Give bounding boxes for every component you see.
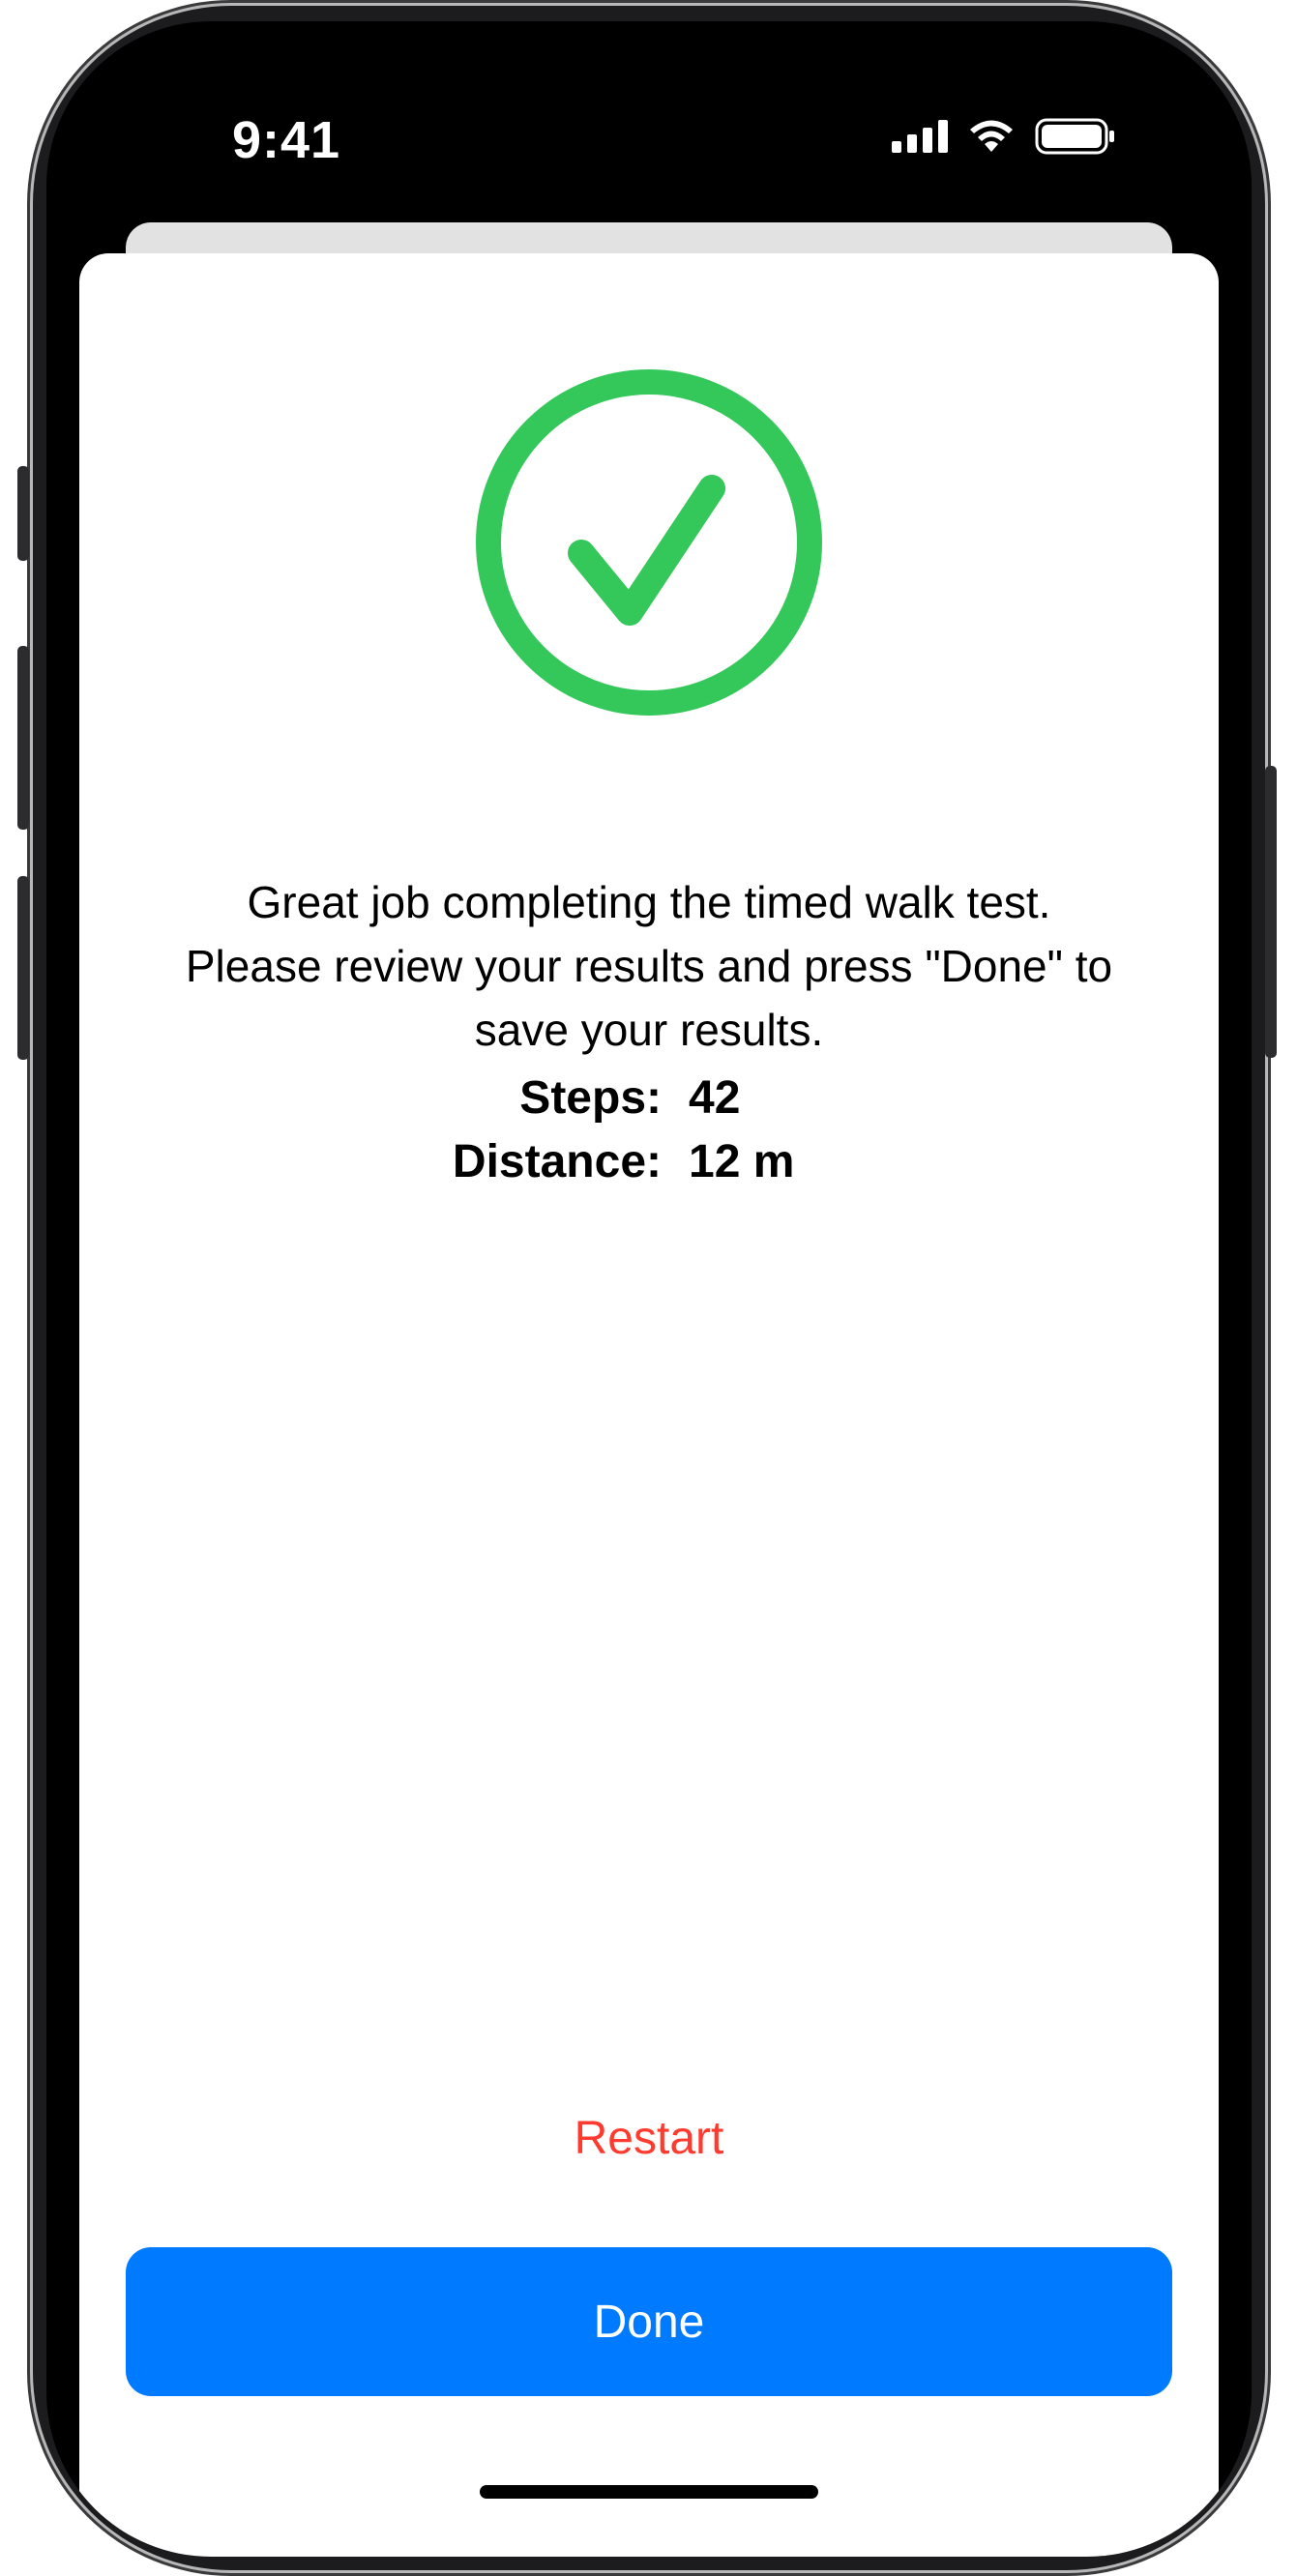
volume-down-button	[17, 876, 29, 1060]
message-line: save your results.	[474, 1005, 824, 1055]
battery-icon	[1035, 118, 1114, 155]
device-screen: 9:41 Great job completing the timed walk…	[46, 21, 1252, 2557]
message-line: Great job completing the timed walk test…	[247, 877, 1051, 927]
message-line: Please review your results and press "Do…	[185, 941, 1113, 991]
distance-value: 12 m	[689, 1135, 795, 1187]
distance-label: Distance:	[452, 1135, 662, 1187]
completion-sheet: Great job completing the timed walk test…	[79, 253, 1219, 2557]
steps-value: 42	[689, 1071, 741, 1124]
volume-up-button	[17, 646, 29, 830]
results-summary: Steps: 42 Distance: 12 m	[79, 1066, 1219, 1193]
wifi-icon	[970, 120, 1013, 152]
status-bar: 9:41	[46, 21, 1252, 215]
restart-button[interactable]: Restart	[456, 2100, 842, 2178]
steps-row: Steps: 42	[79, 1066, 1219, 1129]
checkmark-circle-icon	[476, 369, 822, 716]
status-time: 9:41	[232, 111, 341, 169]
home-indicator[interactable]	[480, 2485, 818, 2499]
steps-label: Steps:	[519, 1071, 662, 1124]
distance-row: Distance: 12 m	[79, 1129, 1219, 1193]
power-button	[1265, 766, 1277, 1058]
cellular-signal-icon	[892, 120, 948, 153]
status-icons	[892, 118, 1116, 155]
action-button	[17, 466, 29, 561]
done-button[interactable]: Done	[126, 2247, 1172, 2396]
completion-message: Great job completing the timed walk test…	[118, 870, 1180, 1062]
